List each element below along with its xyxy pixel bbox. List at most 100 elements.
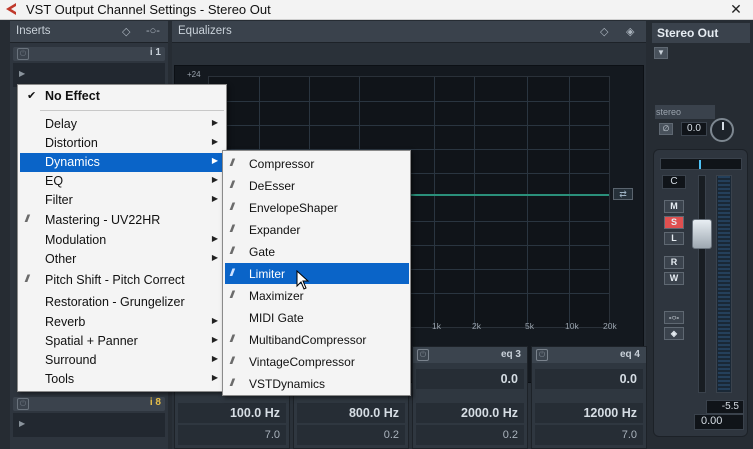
plugin-icon: ///: [230, 268, 235, 279]
eq2-freq-field[interactable]: 800.0 Hz: [297, 403, 405, 423]
menu-item-filter[interactable]: Filter ▶: [20, 191, 225, 210]
channel-name: Stereo Out: [657, 26, 719, 40]
menu-item-no-effect[interactable]: ✔ No Effect: [20, 87, 225, 106]
triangle-right-icon: ▶: [19, 419, 26, 428]
submenu-item-vstdynamics[interactable]: /// VSTDynamics: [225, 373, 409, 394]
eq3-q: 0.2: [502, 429, 518, 441]
submenu-item-compressor[interactable]: /// Compressor: [225, 153, 409, 174]
insert-slot-8-header[interactable]: ⏻ i 8: [13, 397, 165, 411]
eq1-freq-field[interactable]: 100.0 Hz: [178, 403, 286, 423]
menu-item-surround[interactable]: Surround ▶: [20, 351, 225, 370]
menu-item-pitch-shift[interactable]: /// Pitch Shift - Pitch Correct: [20, 271, 225, 290]
power-icon[interactable]: ⏻: [17, 48, 29, 60]
title-bar: VST Output Channel Settings - Stereo Out…: [0, 0, 753, 20]
eq2-q-field[interactable]: 0.2: [297, 425, 405, 445]
menu-separator: [40, 110, 224, 111]
pan-value[interactable]: 0.0: [681, 122, 707, 136]
plugin-icon: ///: [230, 158, 235, 169]
eq4-gain: 0.0: [619, 372, 637, 386]
eq4-q-field[interactable]: 7.0: [535, 425, 643, 445]
submenu-arrow-icon: ▶: [211, 335, 218, 344]
submenu-arrow-icon: ▶: [211, 234, 218, 243]
bypass-icon[interactable]: -○-: [146, 25, 160, 37]
pan-indicator: [699, 160, 701, 169]
equalizers-header: Equalizers ◇ ◈: [172, 21, 646, 43]
level-meter: [716, 175, 732, 393]
submenu-item-maximizer[interactable]: /// Maximizer: [225, 285, 409, 306]
menu-item-eq[interactable]: EQ ▶: [20, 172, 225, 191]
diamond-icon[interactable]: ◇: [600, 25, 608, 38]
power-icon[interactable]: ⏻: [17, 398, 29, 410]
pan-position-bar[interactable]: [660, 158, 742, 170]
menu-item-restoration[interactable]: Restoration - Grungelizer: [20, 293, 225, 312]
eq3-gain-field[interactable]: 0.0: [416, 369, 524, 389]
mute-button[interactable]: M: [664, 200, 684, 213]
menu-item-distortion[interactable]: Distortion ▶: [20, 134, 225, 153]
submenu-item-limiter[interactable]: /// Limiter: [225, 263, 409, 284]
plugin-icon: ///: [230, 224, 235, 235]
submenu-item-envelopeshaper[interactable]: /// EnvelopeShaper: [225, 197, 409, 218]
plugin-icon: ///: [230, 290, 235, 301]
menu-item-spatial[interactable]: Spatial + Panner ▶: [20, 332, 225, 351]
solo-button[interactable]: S: [664, 216, 684, 229]
insert-slot-8[interactable]: ▶: [13, 413, 165, 437]
insert-slot-1-header[interactable]: ⏻ i 1: [13, 47, 165, 61]
submenu-item-deesser[interactable]: /// DeEsser: [225, 175, 409, 196]
power-icon[interactable]: ⏻: [536, 349, 548, 361]
submenu-arrow-icon: ▶: [211, 253, 218, 262]
meter-scale: [718, 176, 730, 392]
submenu-arrow-icon: ▶: [211, 194, 218, 203]
listen-button[interactable]: L: [664, 232, 684, 245]
fader-track[interactable]: [698, 175, 706, 393]
db-scale-label: +24: [187, 70, 201, 79]
submenu-arrow-icon: ▶: [211, 373, 218, 382]
insert-effect-menu: ✔ No Effect Delay ▶ Distortion ▶ Dynamic…: [17, 84, 227, 392]
submenu-item-gate[interactable]: /// Gate: [225, 241, 409, 262]
write-button[interactable]: W: [664, 272, 684, 285]
submenu-item-multibandcompressor[interactable]: /// MultibandCompressor: [225, 329, 409, 350]
volume-fader-handle[interactable]: [692, 219, 712, 249]
diamond-icon[interactable]: ◇: [122, 25, 130, 38]
power-icon[interactable]: ⏻: [417, 349, 429, 361]
submenu-item-expander[interactable]: /// Expander: [225, 219, 409, 240]
eq1-q: 7.0: [264, 429, 280, 441]
menu-item-modulation[interactable]: Modulation ▶: [20, 231, 225, 250]
menu-item-other[interactable]: Other ▶: [20, 250, 225, 269]
pan-knob[interactable]: [710, 118, 734, 142]
eq3-header: ⏻ eq 3: [413, 347, 527, 363]
menu-item-tools[interactable]: Tools ▶: [20, 370, 225, 389]
menu-item-mastering[interactable]: /// Mastering - UV22HR: [20, 211, 225, 230]
fader-value[interactable]: 0.00: [694, 414, 744, 430]
eq3-freq: 2000.0 Hz: [461, 406, 518, 420]
menu-item-delay[interactable]: Delay ▶: [20, 115, 225, 134]
edit-icon[interactable]: ◈: [664, 327, 684, 340]
equalizers-label: Equalizers: [178, 25, 232, 37]
meter-peak-value[interactable]: -5.5: [706, 400, 744, 414]
plugin-icon: ///: [230, 378, 235, 389]
eq4-q: 7.0: [621, 429, 637, 441]
close-icon[interactable]: ✕: [727, 1, 745, 17]
submenu-item-midi-gate[interactable]: MIDI Gate: [225, 307, 409, 328]
menu-item-reverb[interactable]: Reverb ▶: [20, 313, 225, 332]
mouse-cursor-icon: [296, 270, 310, 290]
eq-reset-icon[interactable]: ⇄: [613, 188, 633, 200]
read-button[interactable]: R: [664, 256, 684, 269]
submenu-arrow-icon: ▶: [211, 118, 218, 127]
bypass-link-icon[interactable]: -○-: [664, 311, 684, 324]
eq3-gain: 0.0: [500, 372, 518, 386]
eq3-q-field[interactable]: 0.2: [416, 425, 524, 445]
eq4-freq-field[interactable]: 12000 Hz: [535, 403, 643, 423]
eq-bypass-icon[interactable]: ◈: [626, 25, 634, 38]
menu-item-dynamics[interactable]: Dynamics ▶: [20, 153, 225, 172]
plugin-icon: ///: [230, 356, 235, 367]
eq4-gain-field[interactable]: 0.0: [535, 369, 643, 389]
eq1-q-field[interactable]: 7.0: [178, 425, 286, 445]
dropdown-arrow-icon[interactable]: ▼: [654, 47, 668, 59]
submenu-item-vintagecompressor[interactable]: /// VintageCompressor: [225, 351, 409, 372]
eq3-freq-field[interactable]: 2000.0 Hz: [416, 403, 524, 423]
grid-line: [569, 77, 570, 327]
eq2-q: 0.2: [383, 429, 399, 441]
plugin-icon: ///: [230, 246, 235, 257]
panner-bypass-icon[interactable]: ∅: [659, 123, 673, 135]
inserts-header: Inserts ◇ -○-: [10, 21, 168, 43]
